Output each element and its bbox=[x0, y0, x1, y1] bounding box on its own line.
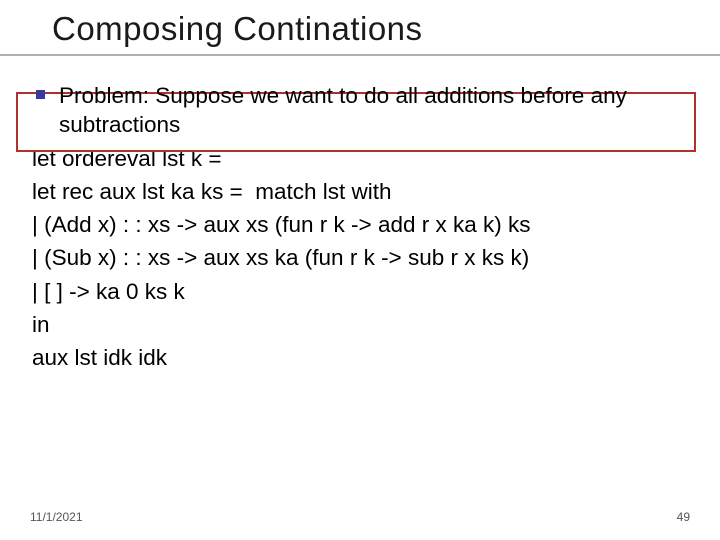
slide-title: Composing Continations bbox=[52, 10, 720, 48]
code-line: | [ ] -> ka 0 ks k bbox=[32, 275, 700, 308]
code-line: aux lst idk idk bbox=[32, 341, 700, 374]
code-line: let ordereval lst k = bbox=[32, 142, 700, 175]
footer-date: 11/1/2021 bbox=[30, 510, 83, 524]
code-line: let rec aux lst ka ks = match lst with bbox=[32, 175, 700, 208]
code-line: in bbox=[32, 308, 700, 341]
slide-body: Problem: Suppose we want to do all addit… bbox=[0, 56, 720, 375]
title-bar: Composing Continations bbox=[0, 0, 720, 56]
code-line: | (Sub x) : : xs -> aux xs ka (fun r k -… bbox=[32, 241, 700, 274]
footer-page: 49 bbox=[677, 510, 690, 524]
code-line: | (Add x) : : xs -> aux xs (fun r k -> a… bbox=[32, 208, 700, 241]
slide: Composing Continations Problem: Suppose … bbox=[0, 0, 720, 540]
square-bullet-icon bbox=[36, 90, 45, 99]
bullet-item: Problem: Suppose we want to do all addit… bbox=[32, 81, 700, 140]
footer: 11/1/2021 49 bbox=[30, 510, 690, 524]
bullet-text: Problem: Suppose we want to do all addit… bbox=[59, 81, 700, 140]
